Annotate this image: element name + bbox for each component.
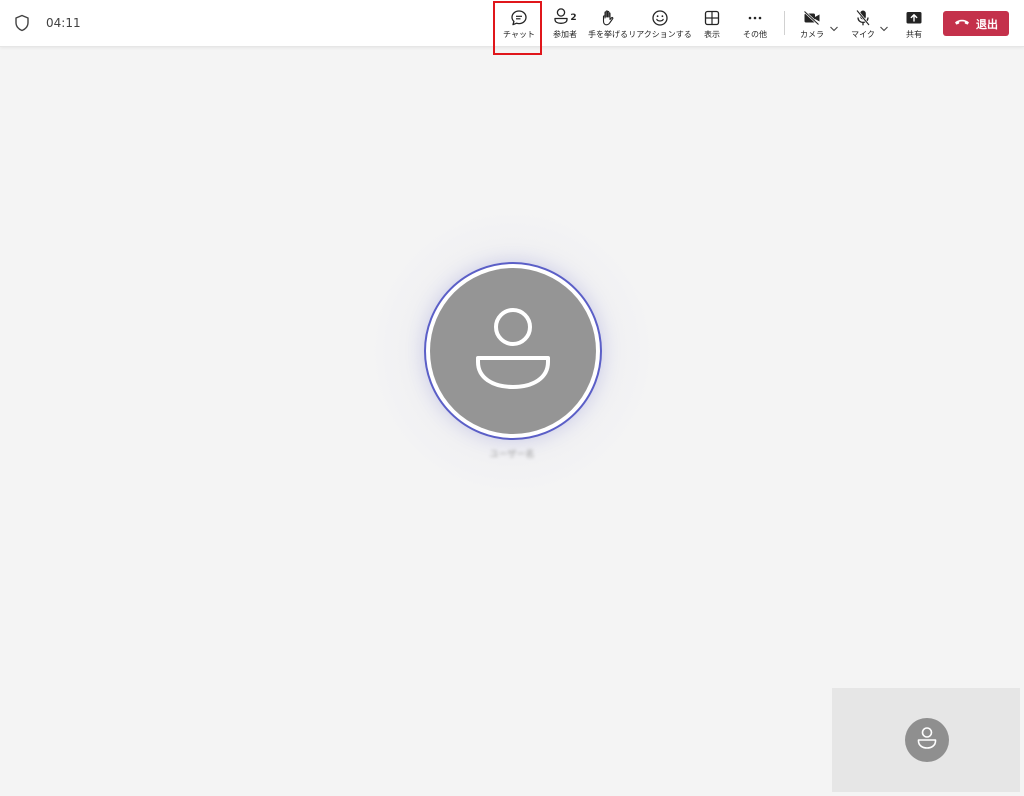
camera-off-icon [803,8,821,28]
chat-button[interactable]: チャット [499,4,539,42]
meeting-info: 04:11 [14,14,81,32]
person-icon [473,304,553,398]
leave-label: 退出 [976,17,998,31]
mic-off-icon [855,8,871,28]
smile-icon [651,8,669,28]
view-label: 表示 [704,30,720,39]
participants-label: 参加者 [553,30,577,39]
more-label: その他 [743,30,767,39]
people-icon [553,7,569,29]
react-button[interactable]: リアクションする [628,4,692,42]
view-button[interactable]: 表示 [697,4,727,42]
people-icon-wrap: 2 [553,7,577,29]
grid-icon [704,8,720,28]
mic-options-chevron-icon[interactable] [879,18,889,37]
more-icon [747,8,763,28]
hand-icon [600,8,616,28]
toolbar-divider [784,11,785,35]
chat-label: チャット [503,30,535,39]
person-icon [916,726,938,754]
raise-hand-label: 手を挙げる [588,30,628,39]
phone-hangup-icon [954,17,976,30]
camera-options-chevron-icon[interactable] [829,18,839,37]
chat-icon [510,8,528,28]
raise-hand-button[interactable]: 手を挙げる [587,4,629,42]
self-view-avatar [905,718,949,762]
react-label: リアクションする [628,30,692,39]
share-icon [905,8,923,28]
participant-count: 2 [570,13,577,23]
participants-button[interactable]: 2 参加者 [546,4,584,42]
meeting-toolbar: 04:11 チャット 2 参加者 手を挙げる リアクションする 表示 その他 カ… [0,0,1024,47]
mic-label: マイク [851,30,875,39]
participant-name: ユーザー名 [489,450,535,460]
camera-label: カメラ [800,30,824,39]
shield-icon[interactable] [14,14,30,32]
share-button[interactable]: 共有 [900,4,928,42]
camera-button[interactable]: カメラ [797,4,827,42]
share-label: 共有 [906,30,922,39]
more-button[interactable]: その他 [739,4,771,42]
meeting-timer: 04:11 [46,16,81,30]
mic-button[interactable]: マイク [849,4,877,42]
participant-avatar[interactable] [430,268,596,434]
leave-button[interactable]: 退出 [943,11,1009,36]
